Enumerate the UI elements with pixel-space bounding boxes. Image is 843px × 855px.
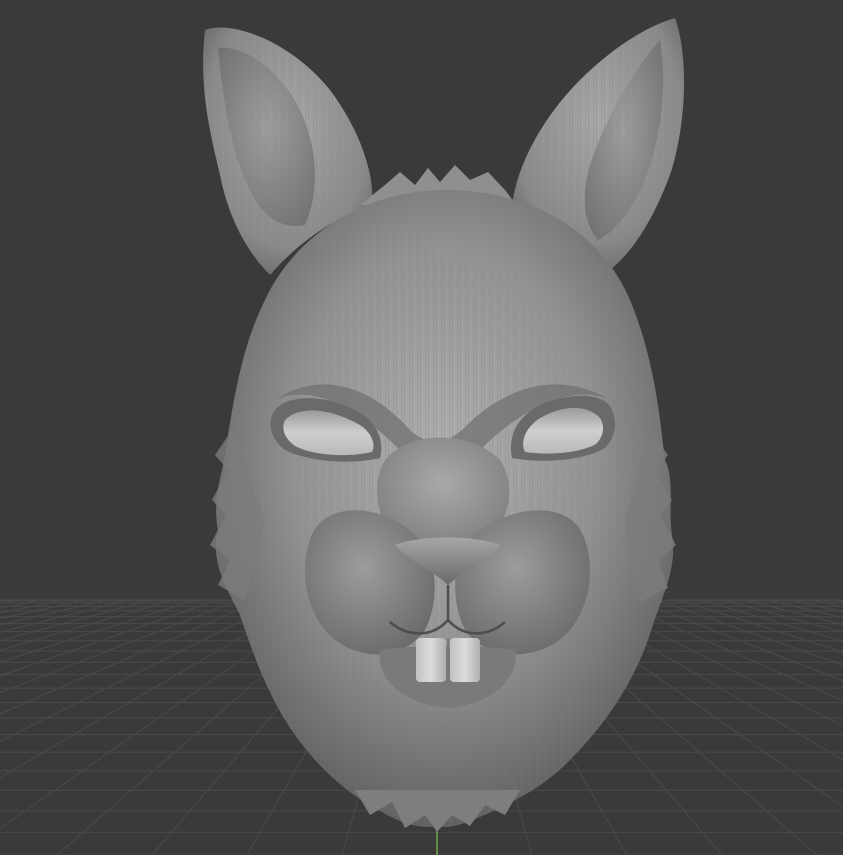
grid-line-depth <box>744 599 843 625</box>
grid-line-depth <box>832 599 843 603</box>
grid-line-depth <box>0 599 262 715</box>
rabbit-mask-model[interactable] <box>203 18 685 832</box>
grid-line-depth <box>810 599 843 608</box>
front-teeth <box>416 638 480 682</box>
3d-viewport[interactable] <box>0 0 843 855</box>
grid-line-depth <box>0 599 130 633</box>
grid-line-depth <box>700 599 843 642</box>
grid-line-depth <box>0 599 196 663</box>
viewport-canvas[interactable] <box>0 0 843 855</box>
grid-line-depth <box>678 599 843 653</box>
grid-line-depth <box>656 599 843 666</box>
grid-line-depth <box>788 599 843 613</box>
grid-line-depth <box>0 599 42 609</box>
grid-line-depth <box>634 599 843 682</box>
grid-line-depth <box>722 599 843 633</box>
